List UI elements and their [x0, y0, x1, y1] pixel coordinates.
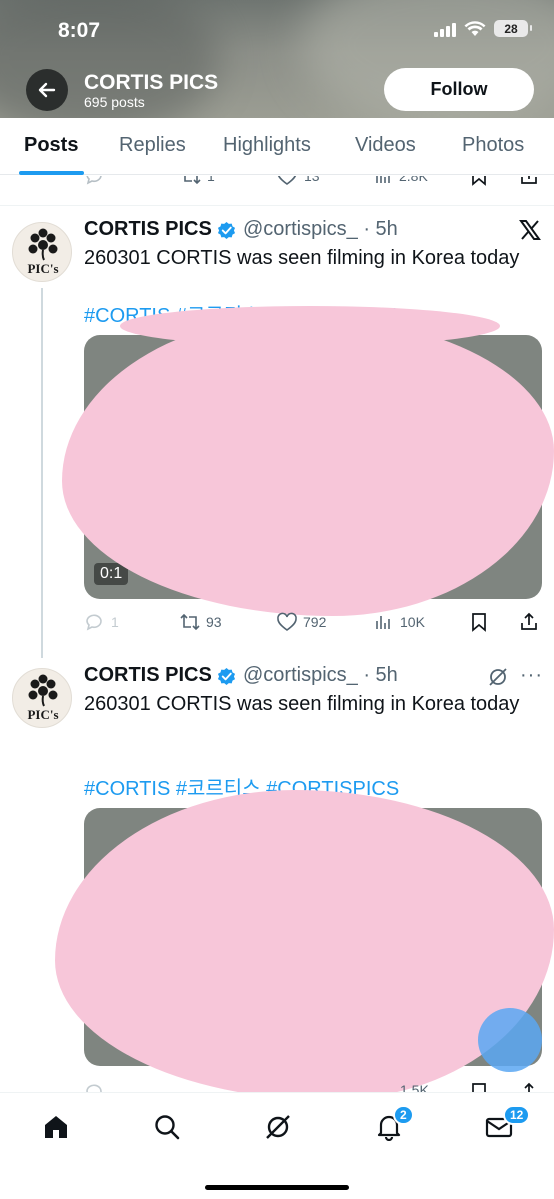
tweet-actions: 1.5K [0, 1080, 554, 1092]
like-count: 13 [304, 176, 320, 184]
verified-badge-icon [217, 667, 236, 686]
like-icon[interactable] [276, 176, 298, 186]
battery-indicator: 28 [494, 20, 532, 37]
bottom-nav: 2 12 [0, 1092, 554, 1199]
flower-logo-icon: PIC's [27, 228, 59, 276]
tweet-text: 260301 CORTIS was seen filming in Korea … [84, 247, 520, 269]
avatar-text: PIC's [27, 261, 58, 276]
follow-button[interactable]: Follow [384, 68, 534, 111]
reply-count: 1 [111, 614, 119, 630]
x-logo-icon [519, 220, 541, 240]
tab-posts[interactable]: Posts [24, 134, 78, 157]
tweet-handle-time: @cortispics_ · 5h [243, 218, 398, 240]
messages-badge: 12 [503, 1105, 531, 1125]
home-icon [45, 1116, 67, 1138]
bookmark-icon[interactable] [470, 176, 488, 186]
wifi-icon [464, 20, 486, 36]
tab-highlights[interactable]: Highlights [223, 134, 311, 157]
previous-tweet-actions: 1 13 2.8K [0, 176, 554, 190]
posts-count: 695 posts [84, 94, 145, 110]
tab-replies[interactable]: Replies [119, 134, 186, 157]
views-count: 1.5K [400, 1082, 429, 1092]
avatar[interactable]: PIC's [12, 668, 72, 728]
tweet-author-name[interactable]: CORTIS PICS [84, 664, 212, 687]
like-count: 792 [303, 614, 327, 630]
pink-overlay [62, 316, 554, 616]
reply-icon[interactable] [84, 1082, 104, 1092]
views-icon[interactable] [373, 612, 393, 632]
search-icon [155, 1115, 180, 1140]
nav-grok[interactable] [258, 1109, 298, 1145]
nav-messages[interactable]: 12 [479, 1105, 531, 1145]
pink-overlay [120, 306, 500, 346]
views-count: 10K [400, 614, 425, 630]
verified-badge-icon [217, 221, 236, 240]
share-icon[interactable] [519, 612, 539, 632]
status-time: 8:07 [58, 19, 101, 42]
cellular-signal-icon [434, 21, 456, 37]
like-icon[interactable] [276, 612, 298, 632]
profile-name: CORTIS PICS [84, 71, 219, 94]
reply-icon[interactable] [84, 176, 104, 186]
repost-icon[interactable] [179, 612, 201, 632]
bookmark-icon[interactable] [470, 612, 488, 632]
tweet-author-name[interactable]: CORTIS PICS [84, 218, 212, 241]
views-count: 2.8K [399, 176, 428, 184]
profile-tabs: Posts Replies Highlights Videos Photos [0, 118, 554, 175]
notifications-badge: 2 [393, 1105, 414, 1125]
bookmark-icon[interactable] [470, 1082, 488, 1092]
views-icon[interactable] [373, 176, 393, 186]
repost-count: 93 [206, 614, 222, 630]
pink-overlay [55, 790, 554, 1100]
arrow-left-icon [38, 82, 56, 98]
tab-videos[interactable]: Videos [355, 134, 416, 157]
active-tab-indicator [19, 171, 84, 175]
tweet-text: 260301 CORTIS was seen filming in Korea … [84, 693, 520, 715]
share-icon[interactable] [519, 176, 539, 186]
nav-home[interactable] [36, 1109, 76, 1145]
tweet-actions: 1 93 792 10K [0, 610, 554, 634]
repost-count: 1 [207, 176, 215, 184]
flower-logo-icon: PIC's [27, 674, 59, 722]
compose-button[interactable] [478, 1008, 542, 1072]
status-icons: 28 [434, 20, 532, 37]
back-button[interactable] [26, 69, 68, 111]
home-indicator [205, 1185, 349, 1190]
nav-search[interactable] [147, 1109, 187, 1145]
reply-icon[interactable] [84, 612, 104, 632]
grok-icon [266, 1115, 290, 1139]
tab-photos[interactable]: Photos [462, 134, 524, 157]
avatar[interactable]: PIC's [12, 222, 72, 282]
divider [0, 205, 554, 206]
nav-notifications[interactable]: 2 [369, 1105, 414, 1145]
profile-header: 8:07 28 CORTIS PICS 695 posts Follow [0, 0, 554, 118]
share-icon[interactable] [519, 1082, 539, 1092]
thread-line [41, 288, 43, 658]
repost-icon[interactable] [180, 176, 202, 186]
tweet-handle-time: @cortispics_ · 5h [243, 664, 398, 686]
more-options-icon[interactable]: ··· [520, 664, 543, 687]
avatar-text: PIC's [27, 707, 58, 722]
grok-icon[interactable] [487, 666, 509, 688]
